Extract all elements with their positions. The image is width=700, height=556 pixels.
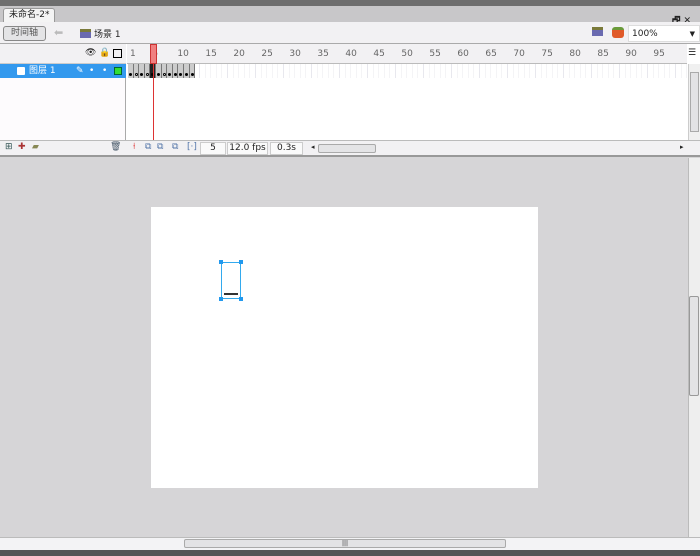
timeline-status-bar: ⊞ ✚ ▰ 🗑 ⍿ ⧉ ⧉ ⧉ [·] 5 12.0 fps 0.3s ◂ ▸ [0,140,700,155]
zoom-value: 100% [632,29,658,39]
scene-icon [80,29,91,38]
edit-scene-icon[interactable] [592,27,603,36]
scene-label: 场景 1 [94,30,121,40]
keyframe[interactable] [189,64,196,78]
frame-ruler[interactable]: 15101520253035404550556065707580859095 [127,44,687,64]
ruler-tick: 75 [541,49,553,59]
ruler-tick: 15 [205,49,217,59]
scene-breadcrumb[interactable]: 场景 1 [80,27,121,40]
visibility-dot[interactable]: • [89,64,94,78]
ruler-tick: 60 [457,49,469,59]
chevron-down-icon: ▼ [689,30,695,38]
ruler-tick: 50 [401,49,413,59]
layer-list: 👁 🔒 图层 1 ✎ • • [0,44,126,140]
ruler-tick: 95 [653,49,665,59]
eye-icon[interactable]: 👁 [85,48,96,58]
scroll-right-icon[interactable]: ▸ [680,143,684,151]
zoom-select[interactable]: 100% ▼ [628,25,700,42]
ruler-tick: 45 [373,49,385,59]
timeline-menu-icon[interactable]: ☰ [688,48,696,58]
playhead[interactable] [150,44,157,64]
modify-markers-icon[interactable]: [·] [187,142,197,152]
timeline-panel: 👁 🔒 图层 1 ✎ • • 1510152025303540455055606… [0,44,700,157]
scroll-thumb[interactable] [690,72,699,132]
ruler-tick: 40 [345,49,357,59]
document-tab[interactable]: 未命名-2* [3,8,56,22]
layer-header: 👁 🔒 [0,44,126,64]
insert-folder-icon[interactable]: ▰ [32,142,39,152]
ruler-tick: 10 [177,49,189,59]
ruler-tick: 1 [130,49,136,59]
timeline-toggle-button[interactable]: 时间轴 [3,26,46,41]
insert-layer-icon[interactable]: ⊞ [5,142,13,152]
scroll-left-icon[interactable]: ◂ [311,143,315,151]
layer-icon [17,67,25,75]
ruler-tick: 55 [429,49,441,59]
document-tab-bar: 未命名-2* _🗗✕ [0,6,700,26]
timeline-vertical-scrollbar[interactable] [688,64,700,140]
lock-icon[interactable]: 🔒 [99,48,110,58]
lock-dot[interactable]: • [102,64,107,78]
playhead-line [153,64,154,140]
edit-multiple-frames-icon[interactable]: ⧉ [172,142,178,152]
onion-skin-icon[interactable]: ⧉ [145,142,151,152]
onion-skin-outlines-icon[interactable]: ⧉ [157,142,163,152]
stage-horizontal-thumb[interactable]: ||| [184,539,506,548]
ruler-tick: 80 [569,49,581,59]
ruler-tick: 85 [597,49,609,59]
add-motion-guide-icon[interactable]: ✚ [18,142,26,152]
selected-shape[interactable] [219,260,243,301]
edit-symbols-icon[interactable] [612,27,624,38]
stage-vertical-thumb[interactable] [689,296,699,396]
ruler-tick: 65 [485,49,497,59]
ruler-tick: 70 [513,49,525,59]
elapsed-time: 0.3s [270,142,303,155]
frame-row[interactable] [127,64,687,78]
outline-icon[interactable] [113,49,122,58]
layer-row[interactable]: 图层 1 ✎ • • [0,64,126,78]
timeline-horizontal-thumb[interactable] [318,144,376,153]
ruler-tick: 30 [289,49,301,59]
ruler-tick: 90 [625,49,637,59]
frame-rate[interactable]: 12.0 fps [227,142,268,155]
current-frame: 5 [200,142,226,155]
layer-name: 图层 1 [29,66,56,76]
center-frame-icon[interactable]: ⍿ [133,142,135,152]
trash-icon[interactable]: 🗑 [110,142,121,152]
ruler-tick: 20 [233,49,245,59]
outline-color-swatch[interactable] [114,67,122,75]
pencil-icon: ✎ [76,66,84,76]
stage[interactable] [151,207,538,488]
arrow-left-icon[interactable]: ⬅ [54,26,63,39]
ruler-tick: 25 [261,49,273,59]
ruler-tick: 35 [317,49,329,59]
bottom-border [0,550,700,556]
